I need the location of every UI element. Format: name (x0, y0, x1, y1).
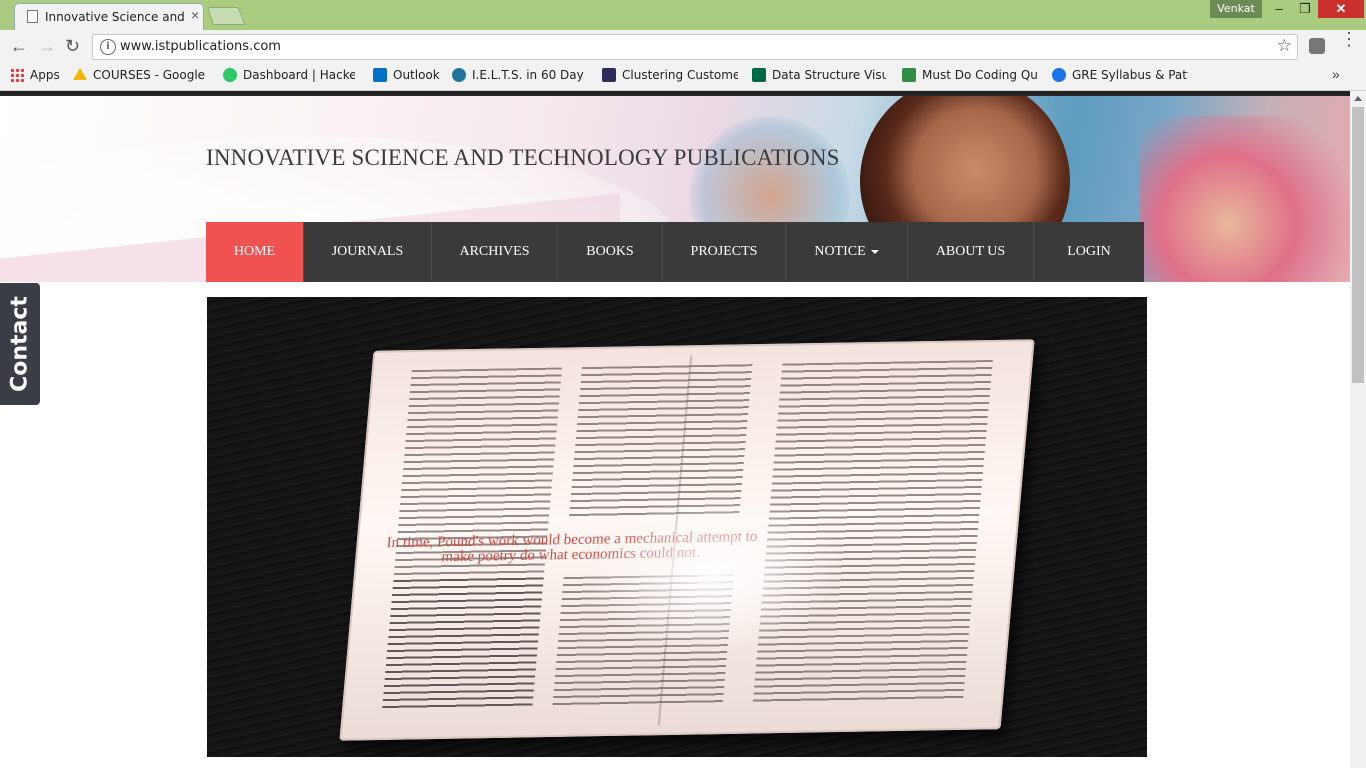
bookmark-gre[interactable]: GRE Syllabus & Pattern (1052, 68, 1188, 86)
nav-notice[interactable]: NOTICE (786, 222, 908, 282)
nav-books[interactable]: BOOKS (558, 222, 663, 282)
browser-toolbar: ← → ↻ i www.istpublications.com ☆ ⋮ (0, 30, 1366, 64)
nav-journals[interactable]: JOURNALS (304, 222, 432, 282)
main-nav: HOME JOURNALS ARCHIVES BOOKS PROJECTS NO… (206, 222, 1144, 282)
hero-image: In time, Pound's work would become a mec… (207, 297, 1147, 757)
nav-about-us[interactable]: ABOUT US (908, 222, 1034, 282)
site-title[interactable]: INNOVATIVE SCIENCE AND TECHNOLOGY PUBLIC… (206, 145, 840, 171)
magazine-column (382, 577, 544, 711)
bookmark-clustering[interactable]: Clustering Customers (602, 68, 738, 86)
caret-down-icon (870, 250, 879, 254)
outlook-icon (373, 68, 387, 82)
back-arrow-icon[interactable]: ← (10, 36, 28, 57)
bookmark-outlook[interactable]: Outlook (373, 68, 440, 86)
bookmark-data-structures[interactable]: Data Structure Visualizations (752, 68, 886, 86)
scroll-up-icon[interactable] (1354, 96, 1362, 101)
usf-icon (752, 68, 766, 82)
apps-grid-icon (10, 68, 24, 82)
h-icon (602, 68, 616, 82)
bookmark-ielts[interactable]: I.E.L.T.S. in 60 Days! | Free (452, 68, 584, 86)
bookmark-hackerrank[interactable]: Dashboard | HackerRank (223, 68, 355, 86)
bookmarks-bar: Apps COURSES - Google Drive Dashboard | … (0, 64, 1366, 91)
bookmark-star-icon[interactable]: ☆ (1277, 36, 1292, 56)
banner-hand-photo (1140, 116, 1350, 282)
contact-tab[interactable]: Contact (0, 283, 40, 405)
google-drive-icon (73, 68, 87, 80)
menu-icon[interactable]: ⋮ (1340, 30, 1358, 48)
scrollbar-thumb[interactable] (1352, 107, 1364, 383)
bookmark-apps[interactable]: Apps (10, 68, 60, 86)
reload-icon[interactable]: ↻ (65, 36, 80, 57)
contact-label: Contact (7, 296, 33, 392)
address-bar[interactable]: i www.istpublications.com ☆ (92, 34, 1298, 60)
more-bookmarks-icon[interactable]: » (1332, 66, 1340, 82)
profile-button[interactable]: Venkat (1210, 0, 1262, 18)
browser-tab[interactable]: Innovative Science and Technology Public… (14, 3, 204, 30)
page-scrollbar[interactable] (1350, 91, 1366, 768)
nav-login[interactable]: LOGIN (1034, 222, 1144, 282)
web-page: INNOVATIVE SCIENCE AND TECHNOLOGY PUBLIC… (0, 91, 1350, 768)
nav-archives[interactable]: ARCHIVES (432, 222, 558, 282)
extension-icon[interactable] (1309, 38, 1325, 54)
close-window-button[interactable]: ✕ (1318, 0, 1364, 18)
gre-icon (1052, 68, 1066, 82)
bookmark-must-do-coding[interactable]: Must Do Coding Questions (902, 68, 1038, 86)
forward-arrow-icon[interactable]: → (38, 36, 56, 57)
new-tab-button[interactable] (206, 7, 246, 25)
info-icon[interactable]: i (100, 39, 116, 55)
magazine-photo: In time, Pound's work would become a mec… (339, 339, 1035, 741)
nav-notice-label: NOTICE (814, 244, 866, 259)
bookmark-courses[interactable]: COURSES - Google Drive (73, 68, 205, 86)
wordpress-icon (452, 68, 466, 82)
maximize-button[interactable]: ❐ (1292, 0, 1318, 18)
url-text[interactable]: www.istpublications.com (120, 39, 281, 54)
tab-title: Innovative Science and Technology Public… (45, 10, 185, 24)
minimize-button[interactable]: – (1266, 0, 1292, 18)
nav-projects[interactable]: PROJECTS (663, 222, 786, 282)
gfg-icon (902, 68, 916, 82)
close-tab-icon[interactable]: × (191, 7, 199, 23)
hackerrank-icon (223, 68, 237, 82)
window-titlebar: Innovative Science and Technology Public… (0, 0, 1366, 30)
nav-home[interactable]: HOME (206, 222, 304, 282)
page-icon (27, 10, 38, 23)
